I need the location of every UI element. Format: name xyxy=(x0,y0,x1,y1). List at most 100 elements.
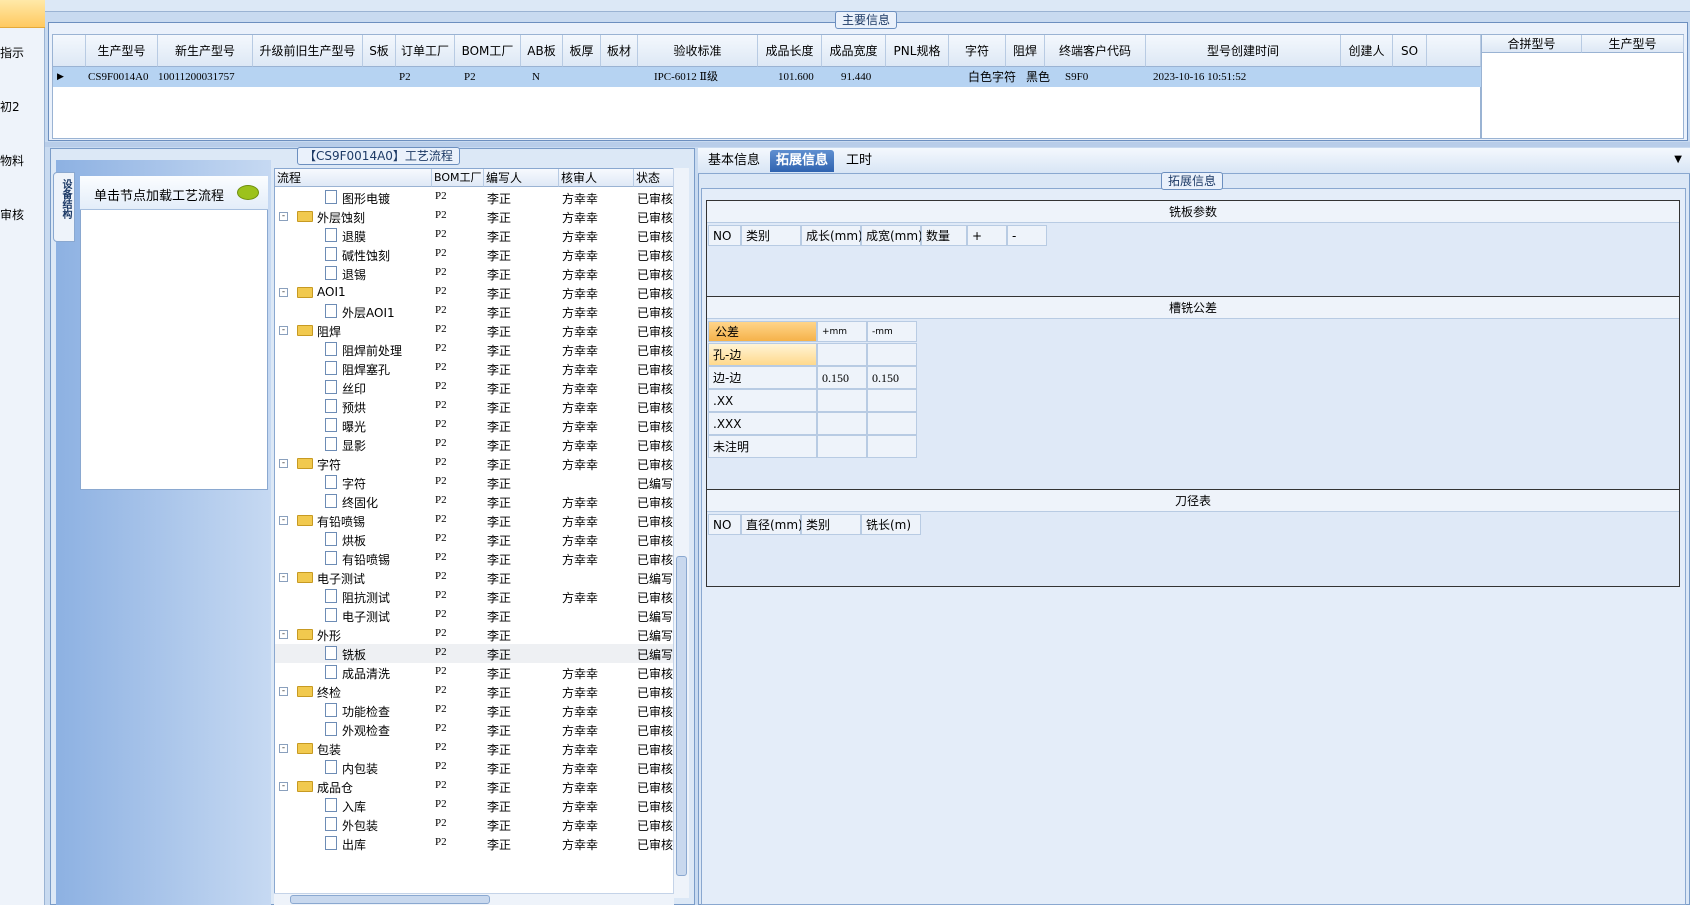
tolerance-plus-cell[interactable] xyxy=(817,435,867,458)
col-header[interactable]: 验收标准 xyxy=(638,35,758,67)
tolerance-plus-cell[interactable]: 0.150 xyxy=(817,366,867,389)
dropdown-arrow-icon[interactable]: ▼ xyxy=(1674,154,1682,165)
left-nav-item[interactable]: 初2 xyxy=(0,98,20,115)
tree-row[interactable]: 退膜 P2 李正 方幸幸 已审核 xyxy=(275,226,673,245)
col-header[interactable]: 直径(mm) xyxy=(741,514,803,535)
col-header[interactable]: 型号创建时间 xyxy=(1146,35,1341,67)
hscroll-thumb[interactable] xyxy=(290,895,490,904)
grid-corner[interactable] xyxy=(53,35,86,67)
col-header[interactable]: 生产型号 xyxy=(1582,35,1684,53)
left-nav-item[interactable]: 物料 xyxy=(0,152,24,169)
tree-row[interactable]: - 外层蚀刻 P2 李正 方幸幸 已审核 xyxy=(275,207,673,226)
tolerance-plus-cell[interactable] xyxy=(817,389,867,412)
col-header[interactable]: 流程 xyxy=(275,169,432,187)
tolerance-minus-cell[interactable] xyxy=(867,389,917,412)
col-header[interactable]: 终端客户代码 xyxy=(1045,35,1146,67)
left-nav-selected[interactable] xyxy=(0,0,45,28)
col-header[interactable]: 成品长度 xyxy=(758,35,822,67)
tree-row[interactable]: 有铅喷锡 P2 李正 方幸幸 已审核 xyxy=(275,549,673,568)
tree-row[interactable]: - 包装 P2 李正 方幸幸 已审核 xyxy=(275,739,673,758)
col-header[interactable]: 字符 xyxy=(949,35,1006,67)
tolerance-plus-cell[interactable] xyxy=(817,343,867,366)
tree-row[interactable]: 内包装 P2 李正 方幸幸 已审核 xyxy=(275,758,673,777)
col-header[interactable]: 类别 xyxy=(741,225,801,246)
tolerance-row-label[interactable]: .XXX xyxy=(708,412,817,435)
tree-row[interactable]: 图形电镀 P2 李正 方幸幸 已审核 xyxy=(275,188,673,207)
left-nav-item[interactable]: 审核 xyxy=(0,206,24,223)
col-header[interactable]: 类别 xyxy=(801,514,861,535)
col-header[interactable]: NO xyxy=(708,514,741,535)
tree-row[interactable]: 铣板 P2 李正 已编写 xyxy=(275,644,673,663)
col-header[interactable]: 阻焊 xyxy=(1006,35,1045,67)
collapse-icon[interactable]: - xyxy=(279,212,288,221)
tolerance-row-label[interactable]: 孔-边 xyxy=(708,343,817,366)
col-header[interactable]: 订单工厂 xyxy=(396,35,455,67)
tree-row[interactable]: 阻焊前处理 P2 李正 方幸幸 已审核 xyxy=(275,340,673,359)
col-header[interactable]: 升级前旧生产型号 xyxy=(253,35,363,67)
tree-row[interactable]: 功能检查 P2 李正 方幸幸 已审核 xyxy=(275,701,673,720)
col-header-tolerance[interactable]: 公差 xyxy=(708,321,817,342)
col-header[interactable]: AB板 xyxy=(521,35,563,67)
tree-row[interactable]: - AOI1 P2 李正 方幸幸 已审核 xyxy=(275,283,673,302)
col-header[interactable]: 数量 xyxy=(921,225,967,246)
tree-row[interactable]: 外观检查 P2 李正 方幸幸 已审核 xyxy=(275,720,673,739)
tree-row[interactable]: 碱性蚀刻 P2 李正 方幸幸 已审核 xyxy=(275,245,673,264)
tree-row[interactable]: 丝印 P2 李正 方幸幸 已审核 xyxy=(275,378,673,397)
col-header[interactable]: BOM工厂 xyxy=(432,169,484,187)
col-header[interactable]: 成品宽度 xyxy=(822,35,886,67)
tree-row[interactable]: - 终检 P2 李正 方幸幸 已审核 xyxy=(275,682,673,701)
tree-row[interactable]: - 成品仓 P2 李正 方幸幸 已审核 xyxy=(275,777,673,796)
remove-row-button[interactable]: - xyxy=(1007,225,1047,246)
tolerance-row-label[interactable]: 边-边 xyxy=(708,366,817,389)
col-header-minus[interactable]: -mm xyxy=(867,321,917,342)
col-header[interactable]: 核审人 xyxy=(559,169,634,187)
tree-row[interactable]: 预烘 P2 李正 方幸幸 已审核 xyxy=(275,397,673,416)
table-row[interactable] xyxy=(53,67,1481,87)
scroll-thumb[interactable] xyxy=(676,556,687,876)
col-header[interactable]: 板厚 xyxy=(563,35,601,67)
tolerance-minus-cell[interactable]: 0.150 xyxy=(867,366,917,389)
tree-row[interactable]: 终固化 P2 李正 方幸幸 已审核 xyxy=(275,492,673,511)
col-header[interactable]: 合拼型号 xyxy=(1482,35,1582,53)
tree-row[interactable]: 外包装 P2 李正 方幸幸 已审核 xyxy=(275,815,673,834)
tree-row[interactable]: 出库 P2 李正 方幸幸 已审核 xyxy=(275,834,673,853)
tree-row[interactable]: - 字符 P2 李正 方幸幸 已审核 xyxy=(275,454,673,473)
collapse-icon[interactable]: - xyxy=(279,782,288,791)
col-header[interactable]: S板 xyxy=(363,35,396,67)
tree-horizontal-scrollbar[interactable] xyxy=(274,893,674,905)
tree-row[interactable]: 阻抗测试 P2 李正 方幸幸 已审核 xyxy=(275,587,673,606)
horizontal-splitter[interactable] xyxy=(45,142,1690,147)
col-header[interactable]: 板材 xyxy=(601,35,638,67)
tree-row[interactable]: 外层AOI1 P2 李正 方幸幸 已审核 xyxy=(275,302,673,321)
device-structure-tab[interactable]: 设备结构 xyxy=(53,172,75,242)
col-header[interactable]: 成长(mm) xyxy=(801,225,863,246)
tab-work-hours[interactable]: 工时 xyxy=(840,150,878,172)
tree-row[interactable]: 烘板 P2 李正 方幸幸 已审核 xyxy=(275,530,673,549)
col-header[interactable]: 铣长(m) xyxy=(861,514,921,535)
collapse-icon[interactable]: - xyxy=(279,687,288,696)
col-header[interactable]: BOM工厂 xyxy=(455,35,521,67)
tab-basic-info[interactable]: 基本信息 xyxy=(702,150,766,172)
tolerance-row-label[interactable]: .XX xyxy=(708,389,817,412)
tree-row[interactable]: 字符 P2 李正 已编写 xyxy=(275,473,673,492)
tolerance-row-label[interactable]: 未注明 xyxy=(708,435,817,458)
tree-row[interactable]: 阻焊塞孔 P2 李正 方幸幸 已审核 xyxy=(275,359,673,378)
col-header[interactable]: SO xyxy=(1393,35,1427,67)
col-header-plus[interactable]: +mm xyxy=(817,321,867,342)
tree-row[interactable]: 曝光 P2 李正 方幸幸 已审核 xyxy=(275,416,673,435)
col-header[interactable]: NO xyxy=(708,225,741,246)
tree-row[interactable]: - 电子测试 P2 李正 已编写 xyxy=(275,568,673,587)
tolerance-minus-cell[interactable] xyxy=(867,435,917,458)
col-header[interactable]: 新生产型号 xyxy=(158,35,253,67)
collapse-icon[interactable]: - xyxy=(279,744,288,753)
tree-row[interactable]: - 阻焊 P2 李正 方幸幸 已审核 xyxy=(275,321,673,340)
tree-row[interactable]: - 外形 P2 李正 已编写 xyxy=(275,625,673,644)
left-nav-item[interactable]: 指示 xyxy=(0,44,24,61)
col-header[interactable]: 编写人 xyxy=(484,169,559,187)
tree-row[interactable]: 退锡 P2 李正 方幸幸 已审核 xyxy=(275,264,673,283)
collapse-icon[interactable]: - xyxy=(279,326,288,335)
tolerance-minus-cell[interactable] xyxy=(867,412,917,435)
collapse-icon[interactable]: - xyxy=(279,288,288,297)
tolerance-plus-cell[interactable] xyxy=(817,412,867,435)
add-row-button[interactable]: + xyxy=(967,225,1007,246)
